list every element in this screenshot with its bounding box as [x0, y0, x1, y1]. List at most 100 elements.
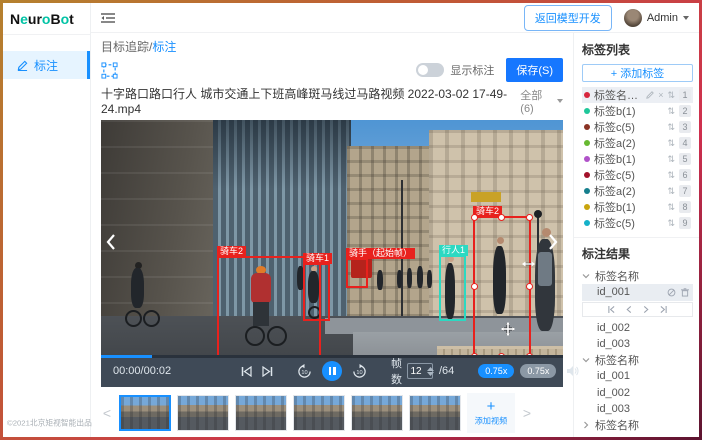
label-row[interactable]: 标签c(5) ⇅ 3 [582, 119, 693, 135]
label-color-dot [584, 204, 590, 210]
sort-icon[interactable]: ⇅ [667, 219, 675, 228]
sort-icon[interactable]: ⇅ [667, 107, 675, 116]
filmstrip-prev-arrow[interactable]: < [101, 405, 113, 421]
video-progress-fill [101, 355, 152, 358]
prev-frame-icon[interactable] [626, 306, 632, 313]
label-row[interactable]: 标签名字最长数... × ⇅ 1 [582, 87, 693, 103]
result-panel-title: 标注结果 [582, 245, 693, 262]
logo-letter: N [10, 11, 20, 27]
result-item[interactable]: id_002 [582, 319, 693, 335]
label-color-dot [584, 188, 590, 194]
bounding-box-tool-icon[interactable] [101, 62, 118, 79]
filmstrip-next-arrow[interactable]: > [521, 405, 533, 421]
add-video-button[interactable]: + 添加视频 [467, 393, 515, 433]
sort-icon[interactable]: ⇅ [667, 139, 675, 148]
sort-icon[interactable]: ⇅ [667, 187, 675, 196]
trash-icon[interactable] [681, 288, 689, 297]
annotation-box[interactable]: 骑车1 [303, 263, 330, 321]
label-color-dot [584, 156, 590, 162]
svg-text:10: 10 [356, 369, 362, 375]
sort-icon[interactable]: ⇅ [667, 155, 675, 164]
result-item[interactable]: id_001 [582, 368, 693, 384]
breadcrumb-parent[interactable]: 目标追踪 [101, 40, 149, 54]
prev-frame-button[interactable] [241, 366, 252, 377]
label-row[interactable]: 标签c(5) ⇅ 6 [582, 167, 693, 183]
edit-icon[interactable] [646, 91, 654, 99]
label-row[interactable]: 标签b(1) ⇅ 2 [582, 103, 693, 119]
label-row[interactable]: 标签c(5) ⇅ 9 [582, 215, 693, 231]
next-frame-button[interactable] [262, 366, 273, 377]
menu-fold-icon[interactable] [101, 12, 115, 24]
chevron-right-icon [582, 421, 590, 429]
pencil-icon [17, 60, 28, 71]
video-thumbnail[interactable] [409, 395, 461, 431]
speed-pill-active[interactable]: 0.75x [478, 364, 514, 378]
annotation-filter-dropdown[interactable]: 全部(6) [520, 87, 563, 115]
label-color-dot [584, 124, 590, 130]
next-frame-icon[interactable] [643, 306, 649, 313]
video-progress-bar[interactable] [101, 355, 563, 358]
scene-pedestrian [427, 270, 432, 288]
result-item-selected[interactable]: id_001 [582, 284, 693, 300]
result-group-name: 标签名称 [595, 352, 639, 368]
label-row[interactable]: 标签a(2) ⇅ 4 [582, 135, 693, 151]
result-item[interactable]: id_003 [582, 336, 693, 352]
video-thumbnail[interactable] [351, 395, 403, 431]
video-thumbnail[interactable] [293, 395, 345, 431]
result-item[interactable]: id_002 [582, 384, 693, 400]
video-thumbnail[interactable] [177, 395, 229, 431]
video-thumbnail[interactable] [235, 395, 287, 431]
result-group-header[interactable]: 标签名称 [582, 417, 693, 433]
delete-icon[interactable]: × [658, 91, 663, 100]
sort-icon[interactable]: ⇅ [667, 91, 675, 100]
app-logo: NeuroBot [3, 3, 90, 35]
annotation-box-label: 骑车1 [303, 253, 332, 264]
app-window: NeuroBot 标注 ©2021北京矩视智能出品 返回模型开发 Admin [3, 3, 699, 437]
annotation-box[interactable]: 骑手（起始帧） [346, 258, 368, 288]
back-to-model-dev-button[interactable]: 返回模型开发 [524, 5, 612, 31]
forward-10-button[interactable]: 10 [352, 364, 367, 379]
last-frame-icon[interactable] [660, 306, 667, 313]
result-item-id: id_003 [597, 403, 630, 415]
first-frame-icon[interactable] [608, 306, 615, 313]
resize-handle[interactable] [498, 214, 505, 221]
save-button[interactable]: 保存(S) [506, 58, 563, 82]
sort-icon[interactable]: ⇅ [667, 203, 675, 212]
prev-video-arrow[interactable] [103, 228, 119, 256]
label-name: 标签名字最长数... [594, 87, 642, 103]
show-annotation-toggle[interactable] [416, 63, 444, 77]
sidebar-item-annotate[interactable]: 标注 [3, 51, 90, 79]
sort-icon[interactable]: ⇅ [667, 123, 675, 132]
label-row[interactable]: 标签a(2) ⇅ 7 [582, 183, 693, 199]
next-video-arrow[interactable] [545, 228, 561, 256]
video-frame[interactable]: 骑车2 骑车1 骑手（起始帧） 行人1 骑车2 [101, 120, 563, 355]
label-order-badge: 2 [679, 105, 691, 117]
chevron-down-icon [683, 16, 689, 20]
result-group-header[interactable]: 标签名称 [582, 268, 693, 284]
result-item[interactable]: id_003 [582, 401, 693, 417]
frame-stepper[interactable] [427, 367, 434, 376]
label-color-dot [584, 92, 590, 98]
annotation-box-label: 行人1 [439, 245, 468, 256]
result-item-id: id_003 [597, 338, 630, 350]
annotation-box[interactable]: 行人1 [439, 255, 466, 321]
resize-handle[interactable] [471, 214, 478, 221]
speed-pill-inactive[interactable]: 0.75x [520, 364, 556, 378]
hide-icon[interactable] [667, 288, 676, 297]
result-group-name: 标签名称 [595, 417, 639, 433]
label-name: 标签a(2) [594, 183, 663, 199]
scene-pedestrian-vest [538, 252, 552, 286]
main-area: 目标追踪/标注 显示标注 保存(S) 十字路口路口行人 城市交通上下班高峰斑马线… [91, 33, 573, 437]
video-thumbnail-selected[interactable] [119, 395, 171, 431]
user-menu[interactable]: Admin [624, 9, 689, 27]
label-row[interactable]: 标签b(1) ⇅ 8 [582, 199, 693, 215]
sort-icon[interactable]: ⇅ [667, 171, 675, 180]
scene-building-beige [347, 146, 433, 320]
resize-handle[interactable] [471, 283, 478, 290]
pause-button[interactable] [322, 361, 342, 381]
rewind-10-button[interactable]: 10 [297, 364, 312, 379]
label-row[interactable]: 标签b(1) ⇅ 5 [582, 151, 693, 167]
add-label-button[interactable]: + 添加标签 [582, 64, 693, 82]
result-group-header[interactable]: 标签名称 [582, 352, 693, 368]
volume-icon[interactable] [566, 365, 579, 377]
